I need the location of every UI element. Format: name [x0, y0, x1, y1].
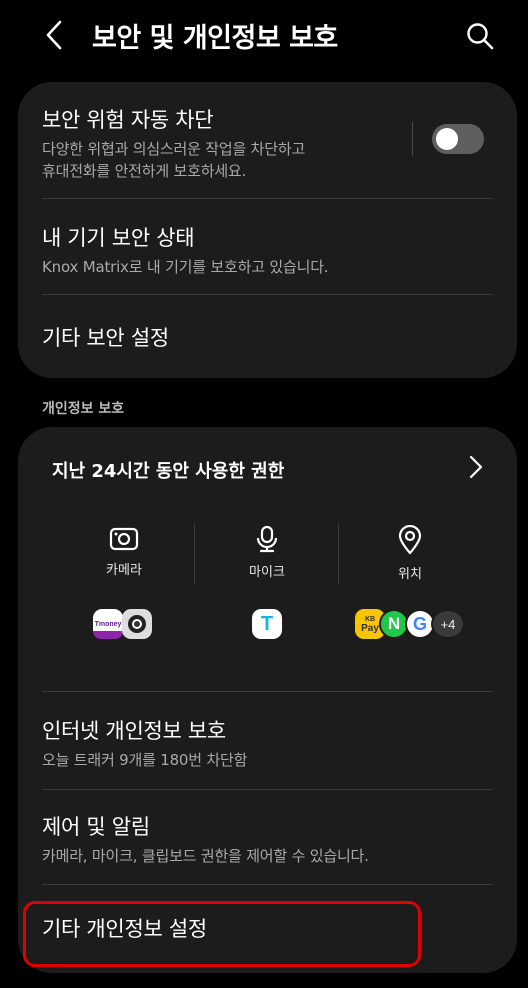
chevron-left-icon — [46, 20, 62, 50]
search-button[interactable] — [462, 18, 498, 54]
controls-alerts-subtitle: 카메라, 마이크, 클립보드 권한을 제어할 수 있습니다. — [42, 847, 369, 865]
microphone-icon — [256, 525, 278, 553]
camera-icon — [109, 527, 139, 551]
microphone-permission[interactable]: 마이크 — [212, 525, 322, 580]
location-label: 위치 — [398, 567, 422, 582]
internet-privacy-subtitle: 오늘 트래커 9개를 180번 차단함 — [42, 751, 248, 769]
camera-label: 카메라 — [106, 563, 142, 578]
other-privacy-title: 기타 개인정보 설정 — [42, 917, 207, 941]
other-security-title: 기타 보안 설정 — [42, 326, 169, 350]
device-status-title: 내 기기 보안 상태 — [42, 226, 195, 250]
auto-block-toggle[interactable] — [432, 124, 484, 154]
column-separator — [338, 523, 339, 585]
location-permission[interactable]: 위치 — [355, 525, 465, 582]
back-button[interactable] — [40, 18, 68, 52]
controls-alerts-title: 제어 및 알림 — [42, 815, 150, 839]
camera-app-icon — [122, 609, 152, 639]
chevron-right-icon — [469, 455, 483, 479]
tmoney-stripe — [93, 631, 123, 639]
divider — [42, 884, 493, 885]
permissions-usage-panel[interactable]: 지난 24시간 동안 사용한 권한 카메라 마이크 위치 Tmoney T KB… — [18, 427, 517, 667]
t-app-icon: T — [252, 609, 282, 639]
t-app-letter: T — [260, 612, 274, 635]
google-letter: G — [412, 613, 427, 634]
page-title: 보안 및 개인정보 보호 — [92, 23, 338, 54]
device-status-subtitle: Knox Matrix로 내 기기를 보호하고 있습니다. — [42, 258, 329, 276]
microphone-label: 마이크 — [249, 565, 285, 580]
location-pin-icon — [398, 525, 422, 555]
auto-block-subtitle-line1: 다양한 위협과 의심스러운 작업을 차단하고 — [42, 140, 306, 158]
more-apps-count: +4 — [440, 616, 456, 632]
top-app-bar: 보안 및 개인정보 보호 — [0, 0, 528, 72]
more-apps-badge: +4 — [431, 609, 465, 639]
privacy-section-header: 개인정보 보호 — [42, 401, 125, 417]
auto-block-subtitle-line2: 휴대전화를 안전하게 보호하세요. — [42, 162, 247, 180]
device-status-row[interactable]: 내 기기 보안 상태 Knox Matrix로 내 기기를 보호하고 있습니다. — [42, 222, 493, 278]
controls-alerts-row[interactable]: 제어 및 알림 카메라, 마이크, 클립보드 권한을 제어할 수 있습니다. — [42, 811, 493, 867]
toggle-knob — [436, 128, 458, 150]
naver-letter: N — [387, 614, 401, 633]
kbpay-bottom: Pay — [361, 623, 379, 634]
permissions-usage-title: 지난 24시간 동안 사용한 권한 — [52, 461, 285, 482]
tmoney-app-icon: Tmoney — [93, 609, 123, 639]
camera-permission[interactable]: 카메라 — [69, 525, 179, 578]
security-card: 보안 위험 자동 차단 다양한 위협과 의심스러운 작업을 차단하고 휴대전화를… — [18, 82, 517, 378]
tmoney-label: Tmoney — [94, 620, 122, 628]
divider — [42, 198, 493, 199]
divider — [42, 691, 493, 692]
column-separator — [194, 523, 195, 585]
auto-block-row[interactable]: 보안 위험 자동 차단 다양한 위협과 의심스러운 작업을 차단하고 휴대전화를… — [42, 104, 402, 182]
divider — [42, 789, 493, 790]
camera-lens-icon — [128, 615, 146, 633]
search-icon — [467, 23, 494, 50]
permissions-chevron-button[interactable] — [464, 453, 488, 481]
auto-block-subtitle: 다양한 위협과 의심스러운 작업을 차단하고 휴대전화를 안전하게 보호하세요. — [42, 138, 402, 182]
other-privacy-row[interactable]: 기타 개인정보 설정 — [42, 913, 493, 943]
divider — [42, 294, 493, 295]
auto-block-title: 보안 위험 자동 차단 — [42, 108, 214, 132]
toggle-separator — [412, 122, 413, 156]
internet-privacy-row[interactable]: 인터넷 개인정보 보호 오늘 트래커 9개를 180번 차단함 — [42, 715, 493, 771]
other-security-row[interactable]: 기타 보안 설정 — [42, 322, 493, 352]
privacy-card: 지난 24시간 동안 사용한 권한 카메라 마이크 위치 Tmoney T KB… — [18, 427, 517, 973]
internet-privacy-title: 인터넷 개인정보 보호 — [42, 719, 226, 743]
